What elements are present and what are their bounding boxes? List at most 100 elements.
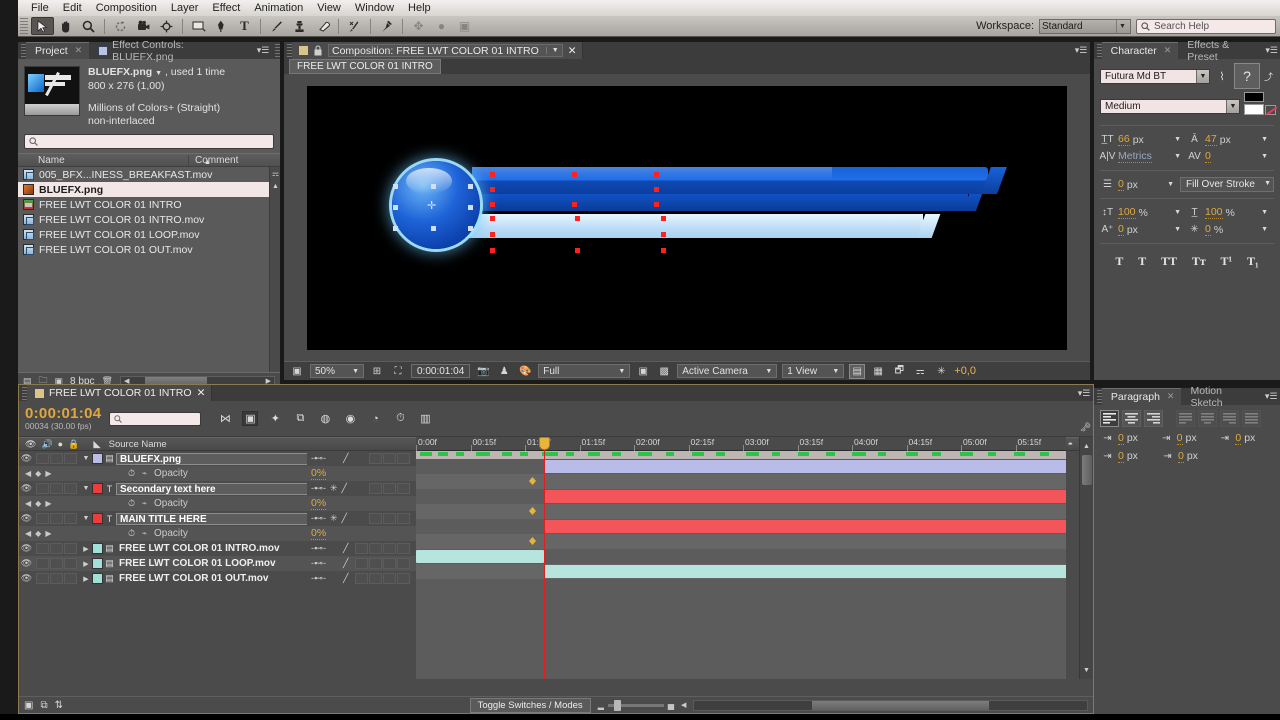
layer-toggle-boxes[interactable]	[34, 543, 80, 554]
text-layer-handle[interactable]	[572, 171, 577, 177]
space-after-control[interactable]: ⇥ 0 px	[1160, 449, 1218, 463]
comp-renderer-icon[interactable]: ⧉	[40, 700, 47, 711]
menu-item-edit[interactable]: Edit	[56, 0, 89, 16]
scroll-up-icon[interactable]: ▲	[1083, 443, 1090, 450]
text-layer-handle[interactable]	[490, 186, 495, 192]
space-after-value[interactable]: 0	[1178, 450, 1184, 463]
eye-icon[interactable]: 👁	[19, 453, 34, 464]
stroke-width-value[interactable]: 0	[1118, 178, 1124, 191]
chevron-down-icon[interactable]: ▼	[352, 368, 359, 375]
project-scrollbar[interactable]: ⚎ ▲	[269, 167, 280, 372]
layer-switch-grid[interactable]	[369, 513, 416, 524]
layer-handle[interactable]	[393, 183, 398, 189]
rotation-tool[interactable]	[109, 17, 132, 35]
hide-shy-layers-icon[interactable]: ✦	[267, 411, 283, 426]
composition-mini-flowchart-icon[interactable]: ⋈	[217, 411, 233, 426]
layer-clip-bar[interactable]	[544, 565, 1066, 578]
align-center-button[interactable]	[1122, 410, 1141, 427]
text-style-button-1[interactable]: T	[1138, 254, 1146, 269]
layer-clip-bar[interactable]	[544, 460, 1066, 473]
timeline-link-icon[interactable]: 🗗	[891, 364, 907, 379]
twirl-icon[interactable]: ▶	[80, 575, 92, 583]
layer-switches-icon[interactable]: ▥	[417, 411, 433, 426]
collapse-switch[interactable]: ✳	[330, 513, 338, 524]
tab-motion-sketch[interactable]: Motion Sketch	[1181, 385, 1263, 409]
shy-switch[interactable]: -⊷-	[311, 573, 326, 584]
quality-switch[interactable]: ╱	[343, 573, 348, 584]
indent-first-line-value[interactable]: 0	[1235, 432, 1242, 445]
chevron-down-icon[interactable]: ▼	[1261, 226, 1272, 233]
current-time-indicator[interactable]	[544, 437, 545, 679]
layer-switch-grid[interactable]	[355, 543, 416, 554]
timeline-search-input[interactable]	[109, 411, 202, 426]
pen-tool[interactable]	[210, 17, 233, 35]
layer-handle[interactable]	[468, 183, 473, 189]
help-question-button[interactable]: ?	[1234, 63, 1260, 89]
zoom-in-icon[interactable]: ▅	[668, 701, 674, 710]
chevron-down-icon[interactable]: ▼	[1174, 136, 1185, 143]
puppet-pin-tool[interactable]	[375, 17, 398, 35]
menu-item-layer[interactable]: Layer	[164, 0, 206, 16]
composition-canvas[interactable]: ✛	[307, 85, 1067, 350]
branch-icon[interactable]: ⚎	[271, 169, 280, 178]
text-layer-handle[interactable]	[661, 247, 666, 253]
composition-viewport[interactable]: ✛	[284, 74, 1090, 361]
panel-grip-right[interactable]	[275, 44, 280, 57]
menu-item-effect[interactable]: Effect	[205, 0, 247, 16]
toolbar-grip[interactable]	[20, 17, 28, 35]
layer-clip-bar[interactable]	[544, 520, 1066, 533]
selection-tool[interactable]	[31, 17, 54, 35]
camera-select[interactable]: Active Camera ▼	[677, 364, 778, 378]
project-list-item[interactable]: FREE LWT COLOR 01 INTRO	[18, 197, 280, 212]
property-keyframe-row[interactable]	[416, 534, 1066, 549]
lock-icon[interactable]: 🔒	[68, 439, 79, 450]
zoom-out-icon[interactable]: ▂	[598, 701, 604, 710]
property-value[interactable]: 0%	[311, 527, 327, 540]
layer-clip-bar[interactable]	[544, 490, 1066, 503]
motion-blur-icon[interactable]: ◍	[317, 411, 333, 426]
prev-keyframe-icon[interactable]: ◀	[25, 499, 31, 508]
chevron-down-icon[interactable]: ▼	[545, 47, 559, 54]
views-select[interactable]: 1 View ▼	[782, 364, 845, 378]
font-size-control[interactable]: T̲T 66 px ▼	[1100, 133, 1185, 147]
leading-value[interactable]: 47	[1205, 133, 1217, 146]
stopwatch-icon[interactable]: ⏱	[125, 468, 138, 479]
panel-menu-icon[interactable]: ▾☰	[1263, 42, 1280, 59]
sort-ascending-icon[interactable]: ▲	[204, 159, 211, 166]
chevron-down-icon[interactable]: ▼	[1261, 153, 1272, 160]
eye-icon[interactable]: 👁	[19, 513, 34, 524]
text-layer-handle[interactable]	[490, 247, 495, 253]
brainstorm-icon[interactable]: ◉	[342, 411, 358, 426]
property-keyframe-row[interactable]	[416, 474, 1066, 489]
scrollbar-thumb[interactable]	[1082, 455, 1092, 485]
tab-effects-presets[interactable]: Effects & Preset	[1178, 39, 1264, 63]
layer-color-swatch[interactable]	[92, 543, 103, 554]
audio-icon[interactable]: 🔊	[41, 439, 52, 450]
layer-toggle-boxes[interactable]	[34, 453, 80, 464]
kerning-value[interactable]: Metrics	[1118, 150, 1152, 163]
layer-toggle-boxes[interactable]	[34, 483, 80, 494]
scroll-up-icon[interactable]: ▲	[272, 183, 279, 190]
quality-switch[interactable]: ╱	[342, 483, 347, 494]
column-name[interactable]: Name	[18, 155, 188, 166]
text-style-button-2[interactable]: TT	[1161, 254, 1177, 269]
fill-color-swatch[interactable]	[1244, 92, 1264, 102]
text-style-button-5[interactable]: T₁	[1247, 254, 1259, 269]
align-left-button[interactable]	[1100, 410, 1119, 427]
project-list-item[interactable]: FREE LWT COLOR 01 OUT.mov	[18, 242, 280, 257]
workspace-select[interactable]: Standard ▼	[1039, 18, 1131, 34]
indent-left-control[interactable]: ⇥ 0 px	[1100, 431, 1157, 445]
solo-icon[interactable]: ●	[58, 439, 63, 449]
panel-menu-icon[interactable]: ▾☰	[1262, 388, 1280, 405]
align-right-button[interactable]	[1144, 410, 1163, 427]
project-list-item[interactable]: FREE LWT COLOR 01 LOOP.mov	[18, 227, 280, 242]
collapse-switch[interactable]: ✳	[330, 483, 338, 494]
justify-all-button[interactable]	[1242, 410, 1261, 427]
baseline-shift-control[interactable]: A⁺ 0 px ▼	[1100, 223, 1185, 237]
layer-bars-area[interactable]	[416, 459, 1066, 679]
eye-icon[interactable]: 👁	[19, 573, 34, 584]
tab-effect-controls[interactable]: Effect Controls: BLUEFX.png	[89, 39, 255, 63]
tab-timeline-composition[interactable]: FREE LWT COLOR 01 INTRO ✕	[27, 385, 213, 401]
frame-blending-icon[interactable]: ⧉	[292, 411, 308, 426]
layer-handle[interactable]	[431, 225, 436, 231]
